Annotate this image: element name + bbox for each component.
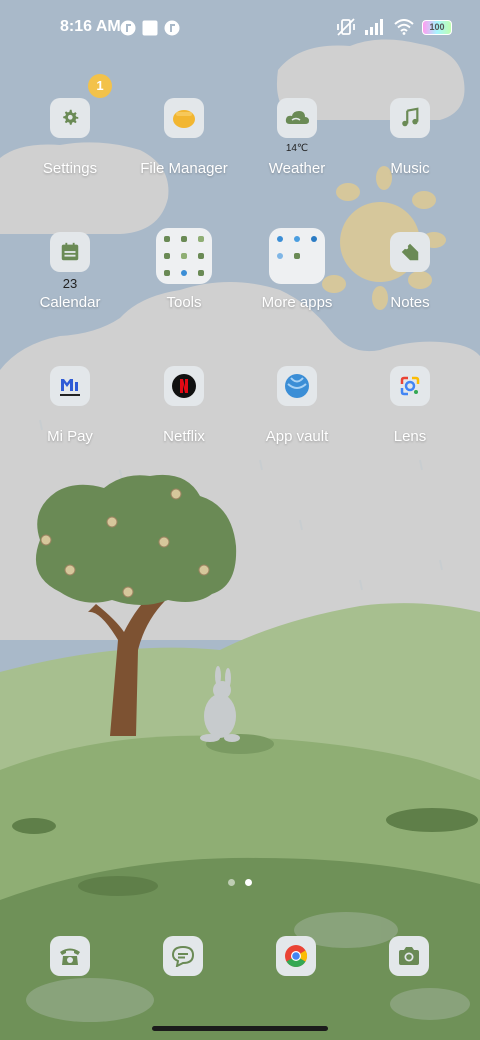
app-label: Settings xyxy=(42,160,98,177)
notification-app-icon xyxy=(120,20,136,36)
app-vault-tile[interactable] xyxy=(277,366,317,406)
lens-tile[interactable] xyxy=(390,366,430,406)
dock-messages[interactable] xyxy=(163,936,203,976)
lens-icon xyxy=(400,376,420,396)
page-dot[interactable] xyxy=(228,879,235,886)
app-label: Weather xyxy=(268,160,326,177)
app-label: Calendar xyxy=(39,294,101,311)
dock-phone[interactable] xyxy=(50,936,90,976)
dock-chrome[interactable] xyxy=(276,936,316,976)
netflix-tile[interactable] xyxy=(164,366,204,406)
camera-icon xyxy=(399,947,419,965)
gear-icon xyxy=(63,109,79,125)
more-apps-folder-tile[interactable] xyxy=(269,228,325,284)
file-manager-tile[interactable] xyxy=(164,98,204,138)
app-weather[interactable]: 14℃ Weather xyxy=(241,98,353,198)
notes-tile[interactable] xyxy=(390,232,430,272)
status-time: 8:16 AM xyxy=(60,18,121,35)
app-label: Lens xyxy=(393,428,427,445)
settings-tile[interactable] xyxy=(50,98,90,138)
mi-pay-tile[interactable] xyxy=(50,366,90,406)
music-tile[interactable] xyxy=(390,98,430,138)
app-label: Tools xyxy=(166,294,202,311)
app-calendar[interactable]: 23 Calendar xyxy=(14,232,126,332)
calendar-date: 23 xyxy=(62,276,78,291)
folder-icon xyxy=(173,110,195,128)
app-netflix[interactable]: Netflix xyxy=(128,366,240,466)
weather-temperature: 14℃ xyxy=(285,143,309,154)
vibrate-off-icon xyxy=(337,18,355,36)
notification-badge: 1 xyxy=(88,74,112,98)
mi-pay-logo-icon xyxy=(60,379,80,396)
message-icon xyxy=(171,945,195,967)
app-music[interactable]: Music xyxy=(354,98,466,198)
music-note-icon xyxy=(402,107,419,127)
app-label: Netflix xyxy=(163,428,205,445)
weather-tile[interactable] xyxy=(277,98,317,138)
signal-icon xyxy=(365,19,383,35)
calendar-tile[interactable] xyxy=(50,232,90,272)
app-label: App vault xyxy=(265,428,329,445)
status-icons: 100 xyxy=(336,16,452,38)
notification-square-icon xyxy=(142,20,158,36)
calendar-icon xyxy=(61,242,79,261)
battery-indicator: 100 xyxy=(422,19,452,35)
dock-camera[interactable] xyxy=(389,936,429,976)
app-file-manager[interactable]: File Manager xyxy=(128,98,240,198)
page-dot-active[interactable] xyxy=(245,879,252,886)
page-indicator[interactable] xyxy=(228,879,252,886)
notification-app-icon-2 xyxy=(164,20,180,36)
app-app-vault[interactable]: App vault xyxy=(241,366,353,466)
chrome-icon xyxy=(285,945,307,967)
gesture-navigation-bar[interactable] xyxy=(152,1026,328,1031)
wifi-icon xyxy=(394,19,414,35)
app-label: Music xyxy=(390,160,430,177)
app-notes[interactable]: Notes xyxy=(354,232,466,332)
status-bar: 8:16 AM 100 xyxy=(0,0,480,56)
app-label: More apps xyxy=(261,294,333,311)
app-mi-pay[interactable]: Mi Pay xyxy=(14,366,126,466)
tag-icon xyxy=(401,243,419,261)
app-settings[interactable]: Settings xyxy=(14,98,126,198)
app-lens[interactable]: Lens xyxy=(354,366,466,466)
tools-folder-tile[interactable] xyxy=(156,228,212,284)
app-tools-folder[interactable]: Tools xyxy=(128,228,240,332)
app-label: File Manager xyxy=(140,160,228,177)
app-label: Notes xyxy=(390,294,430,311)
cloud-icon xyxy=(285,111,309,124)
app-vault-icon xyxy=(285,374,309,398)
phone-icon xyxy=(60,948,80,965)
app-label: Mi Pay xyxy=(47,428,93,445)
app-more-apps-folder[interactable]: More apps xyxy=(241,228,353,332)
netflix-logo-icon xyxy=(172,374,196,398)
